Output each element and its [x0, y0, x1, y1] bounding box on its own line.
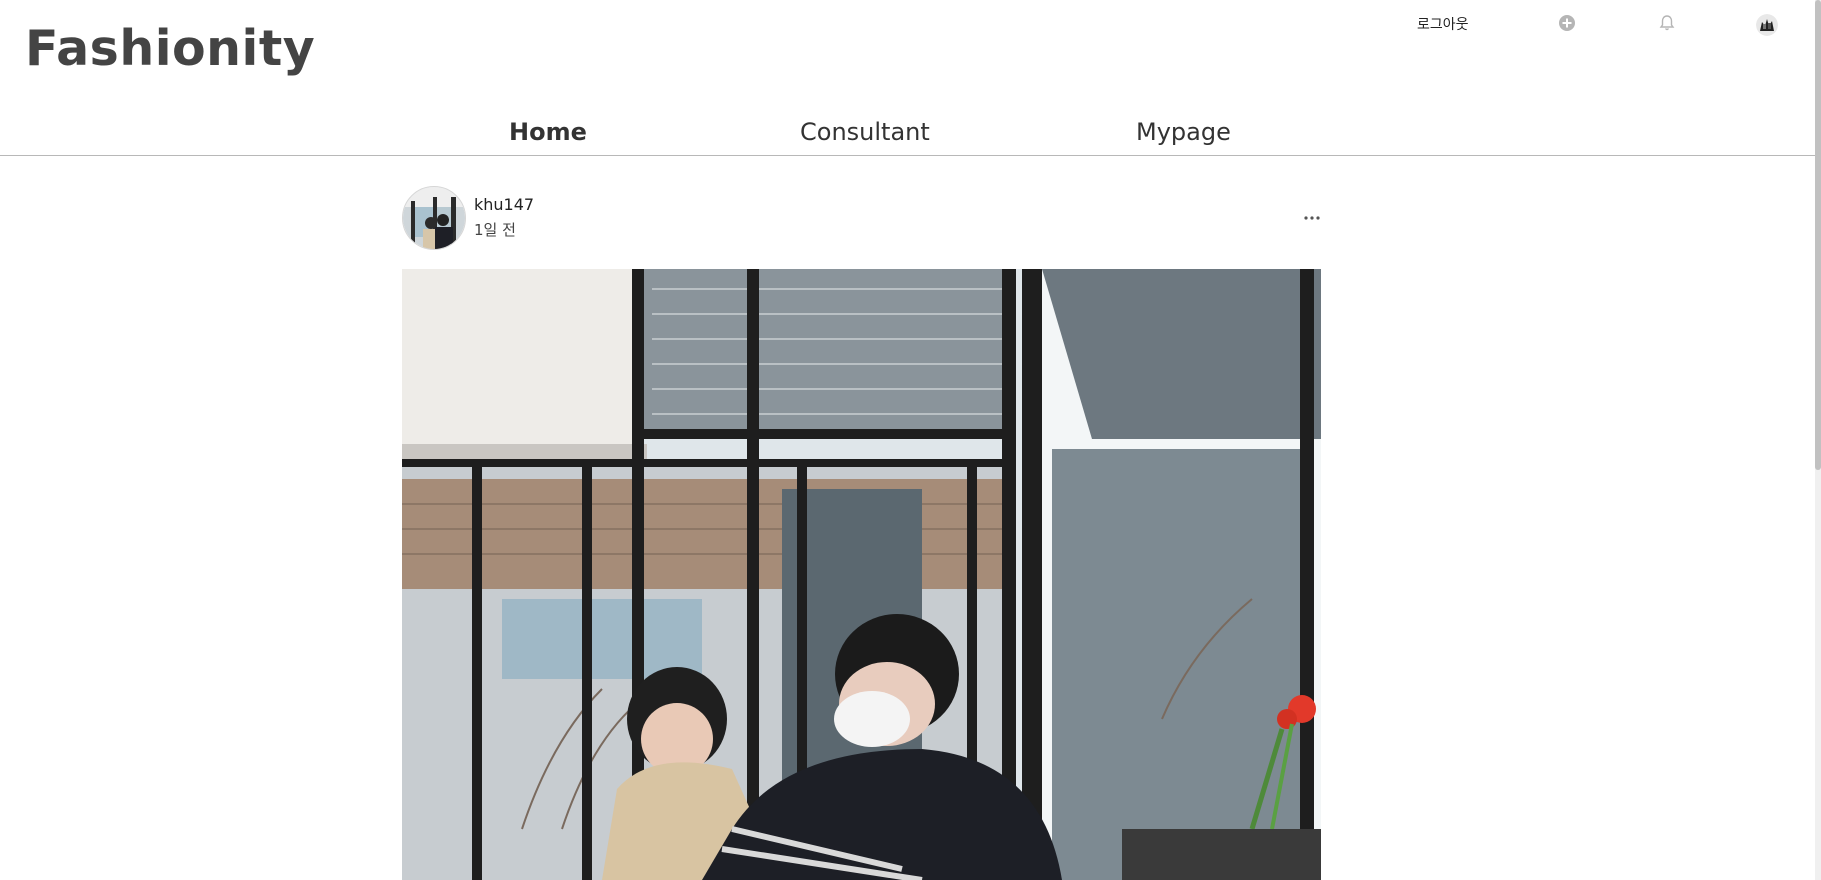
post-photo[interactable]: [402, 269, 1321, 880]
ellipsis-icon[interactable]: [1302, 208, 1322, 220]
post-time: 1일 전: [474, 221, 516, 239]
post-photo-illustration: [402, 269, 1321, 880]
top-actions: 로그아웃: [0, 0, 1821, 50]
logout-link[interactable]: 로그아웃: [1417, 14, 1469, 34]
nav-item-mypage[interactable]: Mypage: [1136, 118, 1231, 146]
post-username[interactable]: khu147: [474, 195, 534, 214]
scrollbar-thumb[interactable]: [1815, 0, 1821, 470]
bell-icon[interactable]: [1658, 14, 1676, 32]
main-nav: Home Consultant Mypage: [0, 118, 1815, 156]
page: Fashionity 로그아웃 Home Consultant Mypage k…: [0, 0, 1821, 880]
nav-item-home[interactable]: Home: [509, 118, 587, 146]
plus-circle-icon[interactable]: [1558, 14, 1576, 32]
post-header: khu147 1일 전: [402, 186, 1322, 250]
nav-item-consultant[interactable]: Consultant: [800, 118, 930, 146]
post-author-avatar[interactable]: [402, 186, 466, 250]
profile-avatar[interactable]: [1756, 14, 1778, 36]
page-scrollbar[interactable]: [1815, 0, 1821, 880]
nav-divider: [0, 155, 1815, 156]
